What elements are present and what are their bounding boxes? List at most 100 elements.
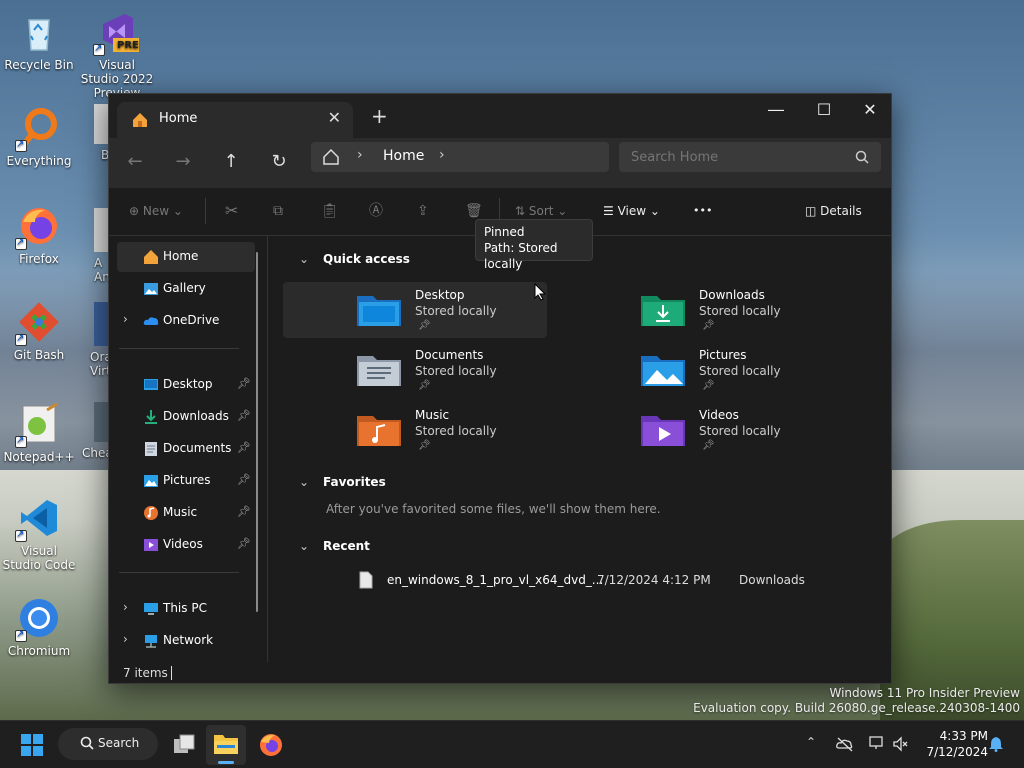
- desktop-icon-partial-2[interactable]: A An: [84, 208, 108, 284]
- sidebar-item-desktop[interactable]: Desktop 📌︎: [117, 370, 255, 400]
- chevron-right-icon[interactable]: ›: [123, 632, 128, 646]
- sidebar-item-gallery[interactable]: Gallery: [117, 274, 255, 304]
- sidebar-item-music[interactable]: Music 📌︎: [117, 498, 255, 528]
- network-status-icon[interactable]: [868, 735, 886, 751]
- close-window-button[interactable]: ✕: [847, 100, 893, 128]
- show-hidden-icons-button[interactable]: ⌃: [806, 735, 816, 749]
- notification-bell-icon[interactable]: [988, 736, 1004, 752]
- taskbar-search-button[interactable]: Search: [58, 728, 158, 760]
- quick-access-documents[interactable]: Documents Stored locally 📌︎: [283, 342, 547, 398]
- sidebar-item-downloads[interactable]: Downloads 📌︎: [117, 402, 255, 432]
- search-input[interactable]: [619, 142, 881, 172]
- desktop-icon-vscode[interactable]: Visual Studio Code: [1, 496, 77, 572]
- paste-icon[interactable]: 📋︎: [321, 198, 339, 224]
- desktop-icon-git-bash[interactable]: Git Bash: [1, 300, 77, 362]
- sidebar-item-pictures[interactable]: Pictures 📌︎: [117, 466, 255, 496]
- sidebar-item-onedrive[interactable]: › OneDrive: [117, 306, 255, 336]
- favorites-header[interactable]: ⌄ Favorites: [299, 475, 386, 489]
- pre-badge: PRE: [117, 40, 139, 51]
- folder-location: Stored locally: [699, 364, 781, 378]
- taskbar-file-explorer[interactable]: [206, 725, 246, 765]
- shortcut-arrow-icon: [15, 628, 27, 642]
- chromium-icon: [15, 596, 61, 642]
- desktop-icon-chromium[interactable]: Chromium: [1, 596, 77, 658]
- quick-access-downloads[interactable]: Downloads Stored locally 📌︎: [567, 282, 831, 338]
- address-segment-home[interactable]: Home: [383, 148, 424, 164]
- desktop-icon-label: Recycle Bin: [4, 58, 74, 72]
- chevron-down-icon: ⌄: [299, 539, 310, 553]
- pin-icon[interactable]: 📌︎: [237, 505, 251, 518]
- pane-divider[interactable]: [267, 236, 268, 662]
- sidebar-label: Videos: [163, 537, 203, 551]
- download-icon: [145, 410, 157, 424]
- desktop-icon-partial-4[interactable]: Chea: [80, 402, 108, 460]
- taskbar-firefox-icon[interactable]: [258, 732, 284, 758]
- desktop-icon-label: Ora Virt: [90, 350, 108, 378]
- quick-access-header[interactable]: ⌄ Quick access: [299, 252, 410, 266]
- desktop-icon-label: A An: [94, 256, 108, 284]
- sidebar-item-documents[interactable]: Documents 📌︎: [117, 434, 255, 464]
- sidebar-label: Pictures: [163, 473, 211, 487]
- desktop-icon-everything[interactable]: Everything: [1, 106, 77, 168]
- quick-access-music[interactable]: Music Stored locally 📌︎: [283, 402, 547, 458]
- desktop-icon-firefox[interactable]: Firefox: [1, 204, 77, 266]
- sidebar-item-this-pc[interactable]: › This PC: [117, 594, 255, 624]
- pin-icon[interactable]: 📌︎: [237, 409, 251, 422]
- new-button[interactable]: ⊕ New ⌄: [129, 198, 183, 224]
- new-tab-button[interactable]: +: [371, 104, 388, 128]
- recent-row[interactable]: en_windows_8_1_pro_vl_x64_dvd_... 7/12/2…: [283, 566, 883, 594]
- quick-access-pictures[interactable]: Pictures Stored locally 📌︎: [567, 342, 831, 398]
- shortcut-arrow-icon: [15, 236, 27, 250]
- quick-access-videos[interactable]: Videos Stored locally 📌︎: [567, 402, 831, 458]
- recent-file-date: 7/12/2024 4:12 PM: [597, 573, 711, 587]
- vscode-icon: [15, 496, 61, 542]
- details-button[interactable]: ◫ Details: [805, 198, 862, 224]
- taskbar-clock[interactable]: 4:33 PM 7/12/2024: [918, 728, 988, 760]
- pin-icon[interactable]: 📌︎: [237, 537, 251, 550]
- recent-header[interactable]: ⌄ Recent: [299, 539, 370, 553]
- chevron-right-icon[interactable]: ›: [123, 600, 128, 614]
- copy-icon[interactable]: ⧉: [273, 198, 283, 224]
- desktop-icon-notepad-plus-plus[interactable]: Notepad++: [1, 402, 77, 464]
- view-button[interactable]: ☰ View ⌄: [603, 198, 660, 224]
- partial-app-icon: [94, 302, 108, 346]
- tab-home[interactable]: Home ✕: [117, 102, 353, 138]
- folder-name: Downloads: [699, 288, 765, 302]
- desktop-icon-recycle-bin[interactable]: Recycle Bin: [1, 10, 77, 72]
- view-icon: ☰: [603, 204, 618, 218]
- sidebar-scrollbar[interactable]: [256, 252, 258, 612]
- start-button[interactable]: [20, 733, 44, 757]
- desktop-icon-partial-3[interactable]: Ora Virt: [84, 302, 108, 378]
- back-button[interactable]: ←: [119, 146, 151, 178]
- sidebar-item-home[interactable]: Home: [117, 242, 255, 272]
- folder-location: Stored locally: [415, 424, 497, 438]
- desktop-icon-partial-1[interactable]: B: [84, 104, 108, 162]
- clock-time: 4:33 PM: [939, 729, 988, 743]
- refresh-button[interactable]: ↻: [263, 146, 295, 178]
- volume-muted-icon[interactable]: [892, 736, 908, 752]
- sidebar-item-network[interactable]: › Network: [117, 626, 255, 656]
- pin-icon[interactable]: 📌︎: [237, 473, 251, 486]
- partial-app-icon: [94, 104, 108, 144]
- up-button[interactable]: ↑: [215, 146, 247, 178]
- forward-button[interactable]: →: [167, 146, 199, 178]
- chevron-right-icon[interactable]: ›: [439, 147, 445, 163]
- share-icon[interactable]: ⇪: [417, 198, 429, 224]
- rename-icon[interactable]: Ⓐ: [369, 198, 383, 224]
- desktop-icon-visual-studio-preview[interactable]: PRE Visual Studio 2022 Preview: [79, 10, 155, 100]
- close-tab-icon[interactable]: ✕: [328, 108, 341, 127]
- onedrive-offline-icon[interactable]: [836, 736, 854, 752]
- sidebar-item-videos[interactable]: Videos 📌︎: [117, 530, 255, 560]
- chevron-right-icon[interactable]: ›: [123, 312, 128, 326]
- address-bar[interactable]: › Home ›: [311, 142, 609, 172]
- cut-icon[interactable]: ✂: [225, 198, 238, 224]
- pin-icon[interactable]: 📌︎: [237, 441, 251, 454]
- pin-icon[interactable]: 📌︎: [237, 377, 251, 390]
- task-view-icon[interactable]: [172, 733, 196, 757]
- maximize-button[interactable]: ☐: [801, 100, 847, 128]
- minimize-button[interactable]: ―: [753, 100, 799, 128]
- more-options-button[interactable]: •••: [693, 198, 712, 224]
- title-bar[interactable]: Home ✕ + ― ☐ ✕: [109, 94, 891, 138]
- videos-icon: [144, 539, 158, 551]
- quick-access-desktop[interactable]: Desktop Stored locally 📌︎: [283, 282, 547, 338]
